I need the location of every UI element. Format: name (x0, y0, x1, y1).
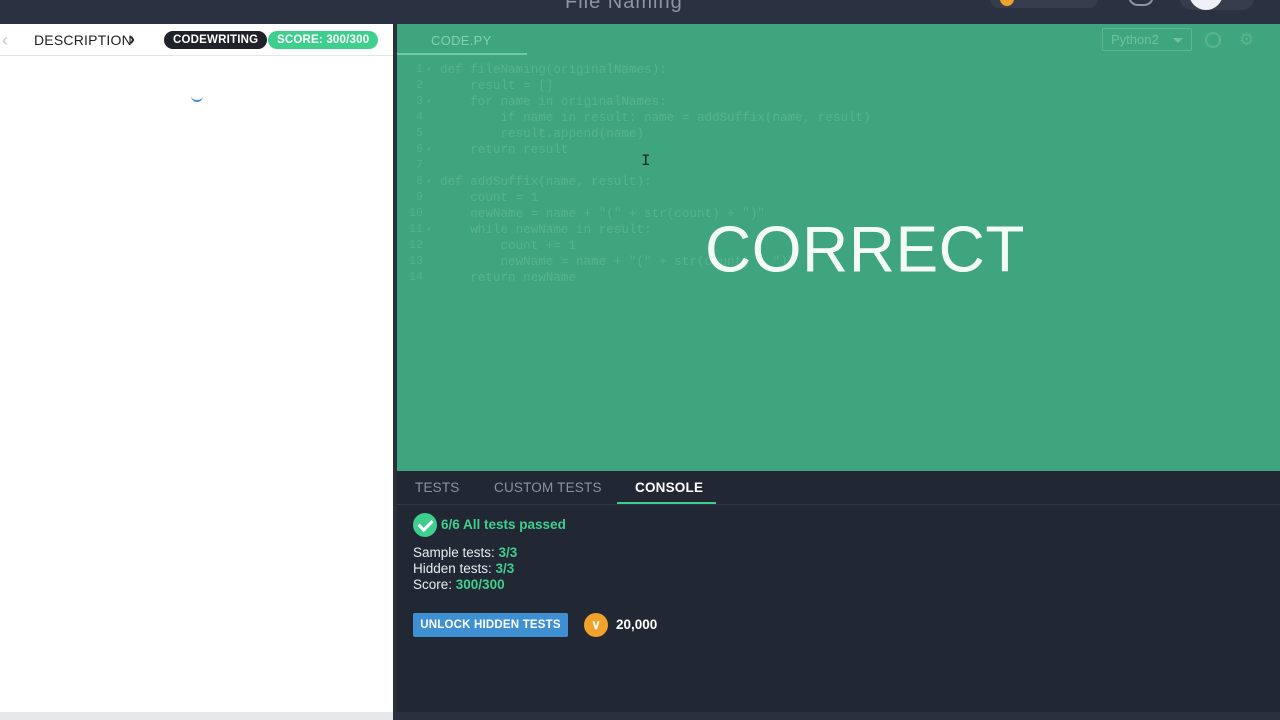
hidden-tests-label: Hidden tests: (413, 561, 496, 576)
file-tab-indicator (397, 53, 527, 55)
result-overlay-text: CORRECT (705, 212, 1025, 286)
file-tab-label: CODE.PY (431, 33, 492, 48)
line-number: 5 (416, 127, 423, 140)
code-text: count = 1 (440, 191, 539, 205)
hidden-tests-value: 3/3 (495, 561, 515, 576)
description-panel: ‹ DESCRIPTION › CODEWRITING SCORE: 300/3… (0, 24, 393, 720)
text-cursor-icon: I (641, 152, 651, 170)
language-select[interactable]: Python2 (1102, 28, 1192, 51)
coin-cost: 20,000 (616, 617, 658, 632)
avatar[interactable] (1189, 0, 1223, 10)
line-number: 11 (409, 223, 423, 236)
line-number: 4 (416, 111, 423, 124)
code-line[interactable]: 1 ▾ def fileNaming(originalNames): (397, 62, 1280, 78)
fold-toggle-icon[interactable]: ▾ (426, 142, 431, 158)
line-number: 10 (409, 207, 423, 220)
code-text: count += 1 (440, 239, 577, 253)
description-tab[interactable]: DESCRIPTION (34, 32, 132, 48)
code-line[interactable]: 3 ▾ for name in originalNames: (397, 94, 1280, 110)
code-line[interactable]: 6 ▾ return result (397, 142, 1280, 158)
code-text: def addSuffix(name, result): (440, 175, 652, 189)
tab-tests[interactable]: TESTS (415, 480, 460, 495)
coin-icon: ∨ (584, 613, 608, 637)
line-number: 13 (409, 255, 423, 268)
line-number: 7 (416, 159, 423, 172)
coin-balance[interactable] (990, 0, 1098, 8)
line-number: 3 (416, 95, 423, 108)
chevron-left-icon[interactable]: ‹ (2, 30, 8, 51)
line-number: 9 (416, 191, 423, 204)
active-tab-indicator (617, 502, 716, 504)
line-number: 2 (416, 79, 423, 92)
horizontal-scrollbar[interactable] (0, 712, 393, 720)
code-editor[interactable]: CODE.PY Python2 ⚙ 1 ▾ def fileNaming(origi… (397, 24, 1280, 471)
user-menu[interactable] (1180, 0, 1254, 10)
code-line[interactable]: 9 count = 1 (397, 190, 1280, 206)
code-text: result = [] (440, 79, 554, 93)
description-header: ‹ DESCRIPTION › CODEWRITING SCORE: 300/3… (0, 24, 393, 56)
top-bar: File Naming (0, 0, 1280, 24)
file-tab[interactable]: CODE.PY (397, 24, 527, 55)
fold-toggle-icon[interactable]: ▾ (426, 222, 431, 238)
code-line[interactable]: 7 (397, 158, 1280, 174)
check-circle-icon (413, 513, 437, 537)
category-badge: CODEWRITING (164, 31, 268, 49)
gear-icon[interactable]: ⚙ (1239, 31, 1254, 48)
console-panel: TESTS CUSTOM TESTS CONSOLE 6/6 All tests… (397, 471, 1280, 720)
notification-icon[interactable] (1128, 0, 1154, 6)
code-text: for name in originalNames: (440, 95, 667, 109)
code-line[interactable]: 5 result.append(name) (397, 126, 1280, 142)
fold-toggle-icon[interactable]: ▾ (426, 62, 431, 78)
tab-custom-tests[interactable]: CUSTOM TESTS (494, 480, 602, 495)
console-tabs: TESTS CUSTOM TESTS CONSOLE (397, 471, 1280, 505)
line-number: 1 (416, 63, 423, 76)
horizontal-scrollbar[interactable] (397, 712, 1280, 720)
code-line[interactable]: 8 ▾ def addSuffix(name, result): (397, 174, 1280, 190)
line-number: 8 (416, 175, 423, 188)
unlock-hidden-tests-button[interactable]: UNLOCK HIDDEN TESTS (413, 613, 568, 637)
score-label: Score: (413, 577, 456, 592)
code-line[interactable]: 2 result = [] (397, 78, 1280, 94)
code-text: return newName (440, 271, 577, 285)
summary-text: 6/6 All tests passed (441, 517, 566, 532)
chevron-right-icon[interactable]: › (129, 29, 135, 50)
sample-tests-value: 3/3 (498, 545, 518, 560)
sample-tests-label: Sample tests: (413, 545, 499, 560)
app-title: File Naming (565, 0, 683, 13)
line-number: 6 (416, 143, 423, 156)
line-number: 14 (409, 271, 423, 284)
coin-icon (1000, 0, 1014, 6)
code-text: def fileNaming(originalNames): (440, 63, 667, 77)
sample-tests-stat: Sample tests: 3/3 (413, 545, 517, 560)
score-badge: SCORE: 300/300 (268, 31, 379, 49)
chevron-down-icon (1173, 38, 1183, 43)
tab-console[interactable]: CONSOLE (635, 480, 703, 495)
fold-toggle-icon[interactable]: ▾ (426, 94, 431, 110)
code-text: return result (440, 143, 569, 157)
code-text: result.append(name) (440, 127, 645, 141)
code-text: while newName in result: (440, 223, 652, 237)
loading-spinner-icon (191, 94, 203, 102)
code-line[interactable]: 4 if name in result: name = addSuffix(na… (397, 110, 1280, 126)
score-value: 300/300 (455, 577, 505, 592)
fold-toggle-icon[interactable]: ▾ (426, 174, 431, 190)
language-value: Python2 (1111, 32, 1159, 47)
history-icon[interactable] (1205, 32, 1221, 48)
hidden-tests-stat: Hidden tests: 3/3 (413, 561, 514, 576)
code-text: if name in result: name = addSuffix(name… (440, 111, 871, 125)
line-number: 12 (409, 239, 423, 252)
score-stat: Score: 300/300 (413, 577, 505, 592)
